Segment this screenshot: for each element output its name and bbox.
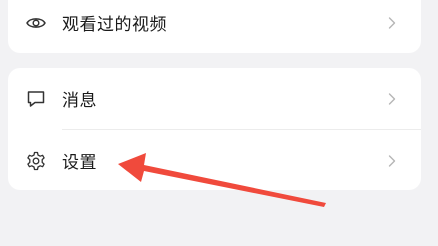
history-card: 观看过的视频 (8, 0, 421, 53)
menu-item-watched-videos[interactable]: 观看过的视频 (8, 0, 421, 53)
gear-icon (25, 150, 47, 172)
menu-item-messages[interactable]: 消息 (8, 68, 421, 129)
chevron-right-icon (385, 16, 399, 30)
menu-item-label: 观看过的视频 (62, 15, 167, 35)
menu-item-settings[interactable]: 设置 (8, 130, 421, 191)
message-icon (25, 88, 47, 110)
chevron-right-icon (385, 154, 399, 168)
menu-item-label: 设置 (62, 153, 97, 173)
menu-item-label: 消息 (62, 91, 97, 111)
eye-icon (25, 12, 47, 34)
chevron-right-icon (385, 92, 399, 106)
settings-card: 消息 设置 (8, 68, 421, 190)
